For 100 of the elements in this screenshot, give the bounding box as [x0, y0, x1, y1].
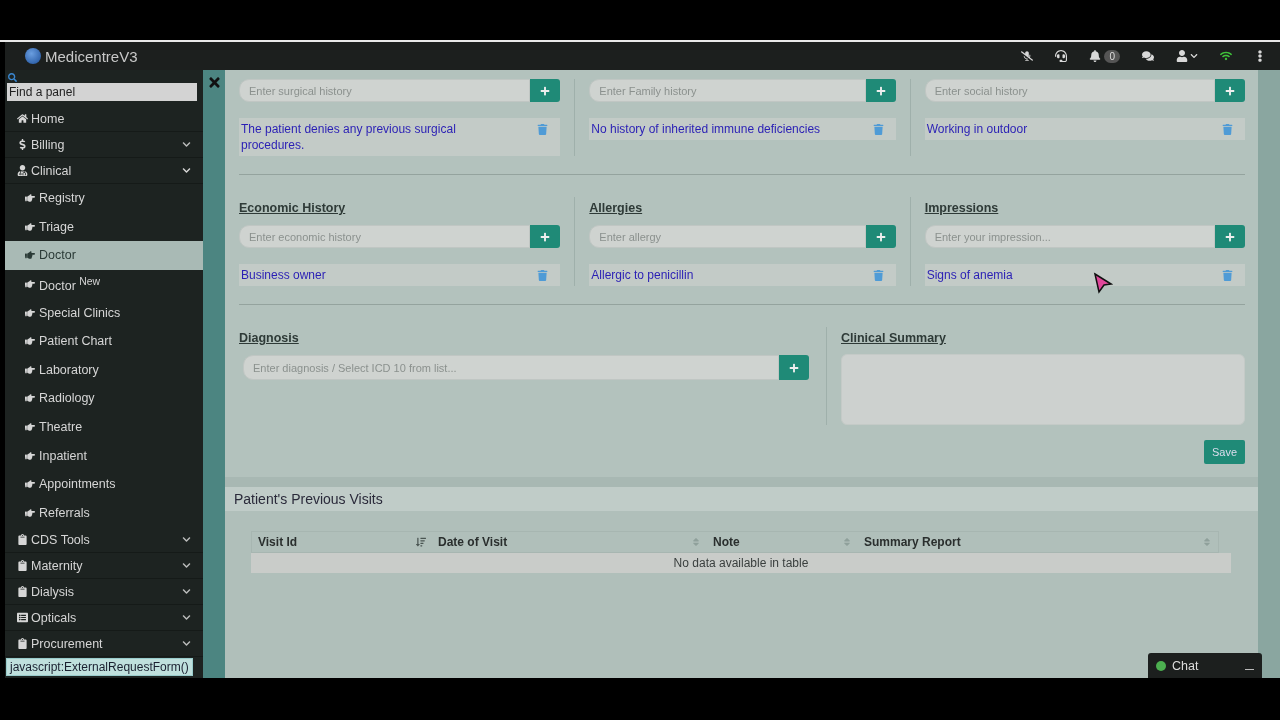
pointing-hand-icon — [25, 279, 35, 290]
chevron-icon — [182, 587, 191, 597]
add-button[interactable] — [865, 225, 896, 248]
plus-icon[interactable] — [540, 231, 551, 242]
section-heading: Allergies — [589, 201, 643, 215]
pointing-hand-icon — [25, 307, 35, 318]
plus-icon[interactable] — [540, 85, 551, 96]
bell-icon[interactable] — [1089, 50, 1102, 62]
input-field[interactable]: Enter social history — [924, 79, 1215, 102]
sidebar-label: Inpatient — [39, 448, 87, 463]
clipboard-icon — [17, 534, 28, 546]
sidebar-item[interactable]: Maternity — [5, 553, 203, 580]
sidebar-subitem[interactable]: Special Clinics — [5, 298, 203, 327]
sidebar-label: Clinical — [31, 163, 72, 178]
input-field[interactable]: Enter Family history — [589, 79, 866, 102]
column-header[interactable]: Summary Report — [858, 532, 1218, 552]
add-button[interactable] — [865, 79, 896, 102]
chat-label: Chat — [1172, 658, 1199, 673]
pointing-hand-icon — [25, 193, 35, 204]
trash-icon[interactable] — [1222, 124, 1233, 135]
sidebar-label: Registry — [39, 191, 85, 206]
clipboard-icon — [17, 586, 28, 598]
chat-icon[interactable] — [1142, 50, 1154, 62]
plus-icon[interactable] — [1225, 231, 1235, 242]
user-icon[interactable] — [1176, 50, 1188, 62]
sidebar-item[interactable]: Home — [5, 106, 203, 132]
sidebar-subitem[interactable]: Doctor $^{New}$ — [5, 269, 203, 299]
chevron-icon — [182, 166, 191, 175]
plus-icon[interactable] — [875, 231, 886, 242]
sidebar-subitem[interactable]: Registry — [5, 184, 203, 213]
plus-icon[interactable] — [1225, 85, 1235, 96]
entry-text: No history of inherited immune deficiencies — [591, 121, 822, 137]
sidebar-label: CDS Tools — [31, 532, 90, 547]
add-button[interactable] — [530, 79, 561, 102]
sidebar-item[interactable]: Opticals — [5, 605, 203, 632]
entry-text: Signs of anemia — [926, 267, 1014, 283]
sidebar-subitem[interactable]: Patient Chart — [5, 326, 203, 356]
add-button[interactable] — [1215, 79, 1245, 102]
sort-icon[interactable] — [416, 537, 426, 547]
trash-icon[interactable] — [537, 124, 549, 135]
sidebar-subitem[interactable]: Radiology — [5, 384, 203, 413]
add-button[interactable] — [1215, 225, 1245, 248]
sidebar-label: Home — [31, 111, 65, 126]
column-header[interactable]: Note — [707, 532, 858, 552]
column-header[interactable]: Visit Id — [252, 532, 432, 552]
sidebar-item[interactable]: Billing — [5, 132, 203, 158]
trash-icon[interactable] — [1222, 270, 1233, 281]
card-title: Patient's Previous Visits — [234, 491, 383, 507]
sidebar-label: Dialysis — [31, 584, 75, 599]
wifi-icon — [1220, 50, 1232, 62]
column-header[interactable]: Date of Visit — [432, 532, 707, 552]
diagnosis-field[interactable]: Enter diagnosis / Select ICD 10 from list... — [243, 355, 779, 380]
pointing-hand-icon — [25, 507, 35, 518]
entry-text: Working in outdoor — [926, 121, 1029, 137]
entry-text: The patient denies any previous surgical procedures. — [241, 121, 457, 153]
sidebar-subitem[interactable]: Appointments — [5, 469, 203, 499]
plus-icon[interactable] — [789, 362, 799, 373]
microphone-off-icon[interactable] — [1021, 50, 1034, 62]
sidebar-label: Maternity — [31, 558, 83, 573]
chevron-icon — [182, 639, 191, 649]
sidebar-label: Doctor — [39, 248, 76, 263]
caret-icon[interactable] — [1190, 52, 1198, 60]
pointing-hand-icon — [25, 422, 35, 433]
sidebar-label: Doctor $^{New}$ — [39, 275, 101, 293]
sidebar-item[interactable]: Dialysis — [5, 579, 203, 606]
sidebar-item[interactable]: Clinical — [5, 158, 203, 184]
sidebar-subitem[interactable]: Referrals — [5, 498, 203, 528]
sidebar-subitem[interactable]: Inpatient — [5, 441, 203, 470]
sidebar-label: Theatre — [39, 420, 83, 435]
input-field[interactable]: Enter economic history — [239, 225, 531, 248]
sidebar-label: Billing — [31, 137, 65, 152]
input-field[interactable]: Enter your impression... — [924, 225, 1215, 248]
sidebar-subitem[interactable]: Triage — [5, 212, 203, 242]
headset-icon[interactable] — [1055, 50, 1068, 62]
chevron-icon — [182, 613, 191, 623]
add-button[interactable] — [530, 225, 561, 248]
trash-icon[interactable] — [537, 270, 549, 281]
clipboard-icon — [17, 560, 28, 572]
section-heading: Diagnosis — [239, 331, 299, 345]
plus-icon[interactable] — [875, 85, 886, 96]
chat-widget[interactable]: Chat — [1148, 653, 1262, 678]
sidebar-subitem[interactable]: Theatre — [5, 412, 203, 442]
trash-icon[interactable] — [872, 270, 884, 281]
dollar-icon — [17, 139, 28, 150]
trash-icon[interactable] — [872, 124, 884, 135]
sidebar-subitem[interactable]: Laboratory — [5, 355, 203, 385]
sidebar-subitem[interactable]: Doctor — [5, 241, 203, 270]
summary-field[interactable] — [841, 354, 1245, 425]
pointing-hand-icon — [25, 393, 35, 404]
input-field[interactable]: Enter allergy — [589, 225, 866, 248]
sidebar-label: Appointments — [39, 477, 116, 492]
sidebar-item[interactable]: Procurement — [5, 631, 203, 658]
add-button[interactable] — [779, 355, 809, 380]
chevron-icon — [182, 140, 191, 149]
list-icon — [17, 612, 28, 624]
search-field[interactable]: Find a panel — [7, 83, 197, 101]
input-field[interactable]: Enter surgical history — [239, 79, 531, 102]
sidebar-label: Special Clinics — [39, 305, 121, 320]
sidebar-item[interactable]: CDS Tools — [5, 527, 203, 554]
pointing-hand-icon — [25, 336, 35, 347]
